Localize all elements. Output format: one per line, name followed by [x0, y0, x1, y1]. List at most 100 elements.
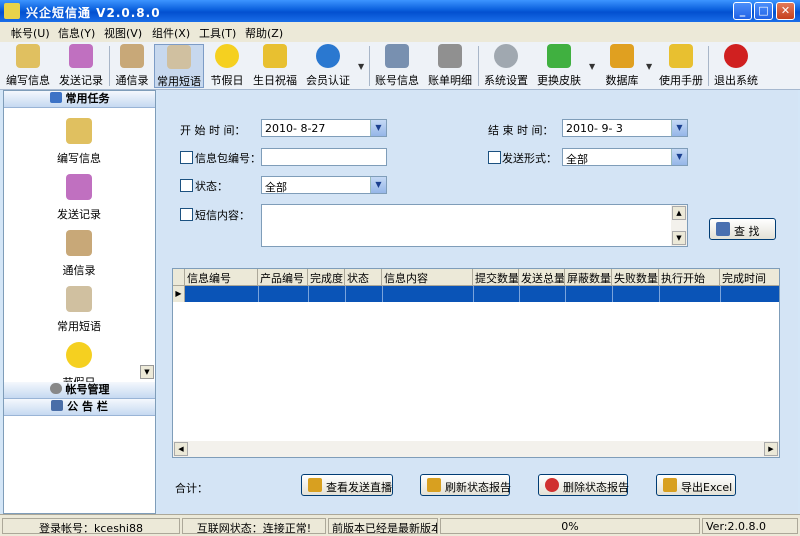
toolbar-member-auth-button[interactable]: 会员认证	[303, 44, 353, 88]
search-button[interactable]: 查 找	[709, 218, 776, 240]
row-pointer-icon: ▶	[173, 286, 185, 302]
bill-icon	[438, 44, 462, 68]
start-date-picker[interactable]: 2010- 8-27 ▼	[261, 119, 387, 137]
table-row[interactable]	[173, 286, 779, 302]
menu-tools[interactable]: 工具(T)	[199, 25, 236, 41]
table-cell-divider	[720, 286, 721, 302]
sidebar-section-notice[interactable]: 公 告 栏	[4, 399, 155, 416]
chevron-down-icon[interactable]: ▼	[646, 62, 652, 71]
send-record-icon	[66, 174, 92, 200]
menu-components[interactable]: 组件(X)	[152, 25, 190, 41]
close-button[interactable]: ✕	[776, 2, 795, 20]
col-header-blocked[interactable]: 屏蔽数量	[565, 269, 612, 286]
table-cell-divider	[345, 286, 346, 302]
sidebar-scroll-down-button[interactable]: ▼	[140, 365, 154, 379]
sidebar-item-holiday[interactable]: 节假日	[4, 342, 154, 382]
refresh-icon	[427, 478, 441, 492]
end-date-picker[interactable]: 2010- 9- 3 ▼	[562, 119, 688, 137]
sidebar-item-contacts[interactable]: 通信录	[4, 230, 154, 278]
toolbar-skin-button[interactable]: 更换皮肤	[534, 44, 584, 88]
export-icon	[663, 478, 677, 492]
toolbar-send-log-button[interactable]: 发送记录	[56, 44, 106, 88]
minimize-button[interactable]: _	[733, 2, 752, 20]
toolbar-separator	[708, 46, 709, 86]
delete-icon	[545, 478, 559, 492]
table-header: 信息编号 产品编号 完成度 状态 信息内容 提交数量 发送总量 屏蔽数量 失败数…	[173, 269, 779, 286]
chevron-down-icon[interactable]: ▼	[589, 62, 595, 71]
col-header-status[interactable]: 状态	[345, 269, 382, 286]
delete-report-button[interactable]: 删除状态报告	[538, 474, 629, 496]
phrase-book-icon	[66, 286, 92, 312]
scroll-right-icon[interactable]: ▶	[764, 442, 778, 456]
status-select[interactable]: 全部 ▼	[261, 176, 387, 194]
col-header-finish-time[interactable]: 完成时间	[720, 269, 779, 286]
content-scrollbar[interactable]: ▲ ▼	[671, 205, 687, 246]
toolbar-phrases-button[interactable]: 常用短语	[154, 44, 204, 88]
sidebar-section-common[interactable]: 常用任务	[4, 91, 155, 108]
chevron-down-icon[interactable]: ▼	[671, 149, 687, 165]
col-header-completion[interactable]: 完成度	[308, 269, 345, 286]
toolbar-birthday-button[interactable]: 生日祝福	[250, 44, 300, 88]
send-mode-label: 发送形式：	[502, 152, 557, 165]
progress-status: 0%	[440, 518, 700, 534]
sidebar-item-phrases[interactable]: 常用短语	[4, 286, 154, 334]
sidebar-section-account[interactable]: 帐号管理	[4, 382, 155, 399]
chevron-down-icon[interactable]: ▼	[358, 62, 364, 71]
content-checkbox[interactable]	[180, 208, 193, 221]
maximize-button[interactable]: □	[754, 2, 773, 20]
scroll-up-icon[interactable]: ▲	[672, 206, 686, 220]
toolbar-billing-button[interactable]: 账单明细	[425, 44, 475, 88]
col-header-sent-total[interactable]: 发送总量	[519, 269, 565, 286]
send-mode-select[interactable]: 全部 ▼	[562, 148, 688, 166]
menu-view[interactable]: 视图(V)	[104, 25, 142, 41]
export-excel-button[interactable]: 导出Excel	[656, 474, 736, 496]
menu-help[interactable]: 帮助(Z)	[245, 25, 283, 41]
package-id-input[interactable]	[261, 148, 387, 166]
sidebar: 常用任务 编写信息 发送记录 通信录 常用短语 节假日 ▼ 帐号管理 公 告 栏	[3, 90, 156, 514]
scroll-down-icon[interactable]: ▼	[672, 231, 686, 245]
toolbar-database-button[interactable]: 数据库	[600, 44, 644, 88]
toolbar-account-info-button[interactable]: 账号信息	[372, 44, 422, 88]
send-mode-checkbox[interactable]	[488, 151, 501, 164]
table-cell-divider	[382, 286, 383, 302]
table-horizontal-scrollbar[interactable]: ◀ ▶	[173, 441, 779, 457]
table-cell-divider	[659, 286, 660, 302]
scroll-left-icon[interactable]: ◀	[174, 442, 188, 456]
status-bar: 登录帐号：kceshi88 互联网状态：连接正常! 前版本已经是最新版本 0% …	[0, 514, 800, 536]
address-book-icon	[120, 44, 144, 68]
col-header-info-id[interactable]: 信息编号	[185, 269, 258, 286]
refresh-report-button[interactable]: 刷新状态报告	[420, 474, 511, 496]
globe-icon	[316, 44, 340, 68]
menu-info[interactable]: 信息(Y)	[58, 25, 95, 41]
toolbar-settings-button[interactable]: 系统设置	[481, 44, 531, 88]
toolbar-separator	[478, 46, 479, 86]
menu-bar: 帐号(U) 信息(Y) 视图(V) 组件(X) 工具(T) 帮助(Z)	[0, 22, 800, 42]
status-checkbox[interactable]	[180, 179, 193, 192]
window-title: 兴企短信通 V2.0.8.0	[26, 6, 161, 20]
package-id-checkbox[interactable]	[180, 151, 193, 164]
toolbar-contacts-button[interactable]: 通信录	[112, 44, 152, 88]
app-icon	[4, 3, 20, 19]
status-label: 状态：	[195, 180, 228, 193]
toolbar-compose-button[interactable]: 编写信息	[4, 44, 52, 88]
toolbar-manual-button[interactable]: 使用手册	[656, 44, 706, 88]
help-book-icon	[669, 44, 693, 68]
col-header-exec-start[interactable]: 执行开始	[659, 269, 720, 286]
col-header-submitted[interactable]: 提交数量	[473, 269, 519, 286]
view-live-button[interactable]: 查看发送直播	[301, 474, 393, 496]
toolbar-exit-button[interactable]: 退出系统	[711, 44, 761, 88]
menu-account[interactable]: 帐号(U)	[11, 25, 50, 41]
start-time-label: 开 始 时 间：	[180, 124, 246, 137]
sidebar-item-send-log[interactable]: 发送记录	[4, 174, 154, 222]
gear-icon	[494, 44, 518, 68]
chevron-down-icon[interactable]: ▼	[370, 120, 386, 136]
sidebar-item-compose[interactable]: 编写信息	[4, 118, 154, 166]
col-header-failed[interactable]: 失败数量	[612, 269, 659, 286]
chevron-down-icon[interactable]: ▼	[671, 120, 687, 136]
toolbar-holiday-button[interactable]: 节假日	[207, 44, 247, 88]
col-header-product-id[interactable]: 产品编号	[258, 269, 308, 286]
status-report-table[interactable]: 信息编号 产品编号 完成度 状态 信息内容 提交数量 发送总量 屏蔽数量 失败数…	[172, 268, 780, 458]
chevron-down-icon[interactable]: ▼	[370, 177, 386, 193]
col-header-content[interactable]: 信息内容	[382, 269, 473, 286]
content-textarea[interactable]: ▲ ▼	[261, 204, 688, 247]
